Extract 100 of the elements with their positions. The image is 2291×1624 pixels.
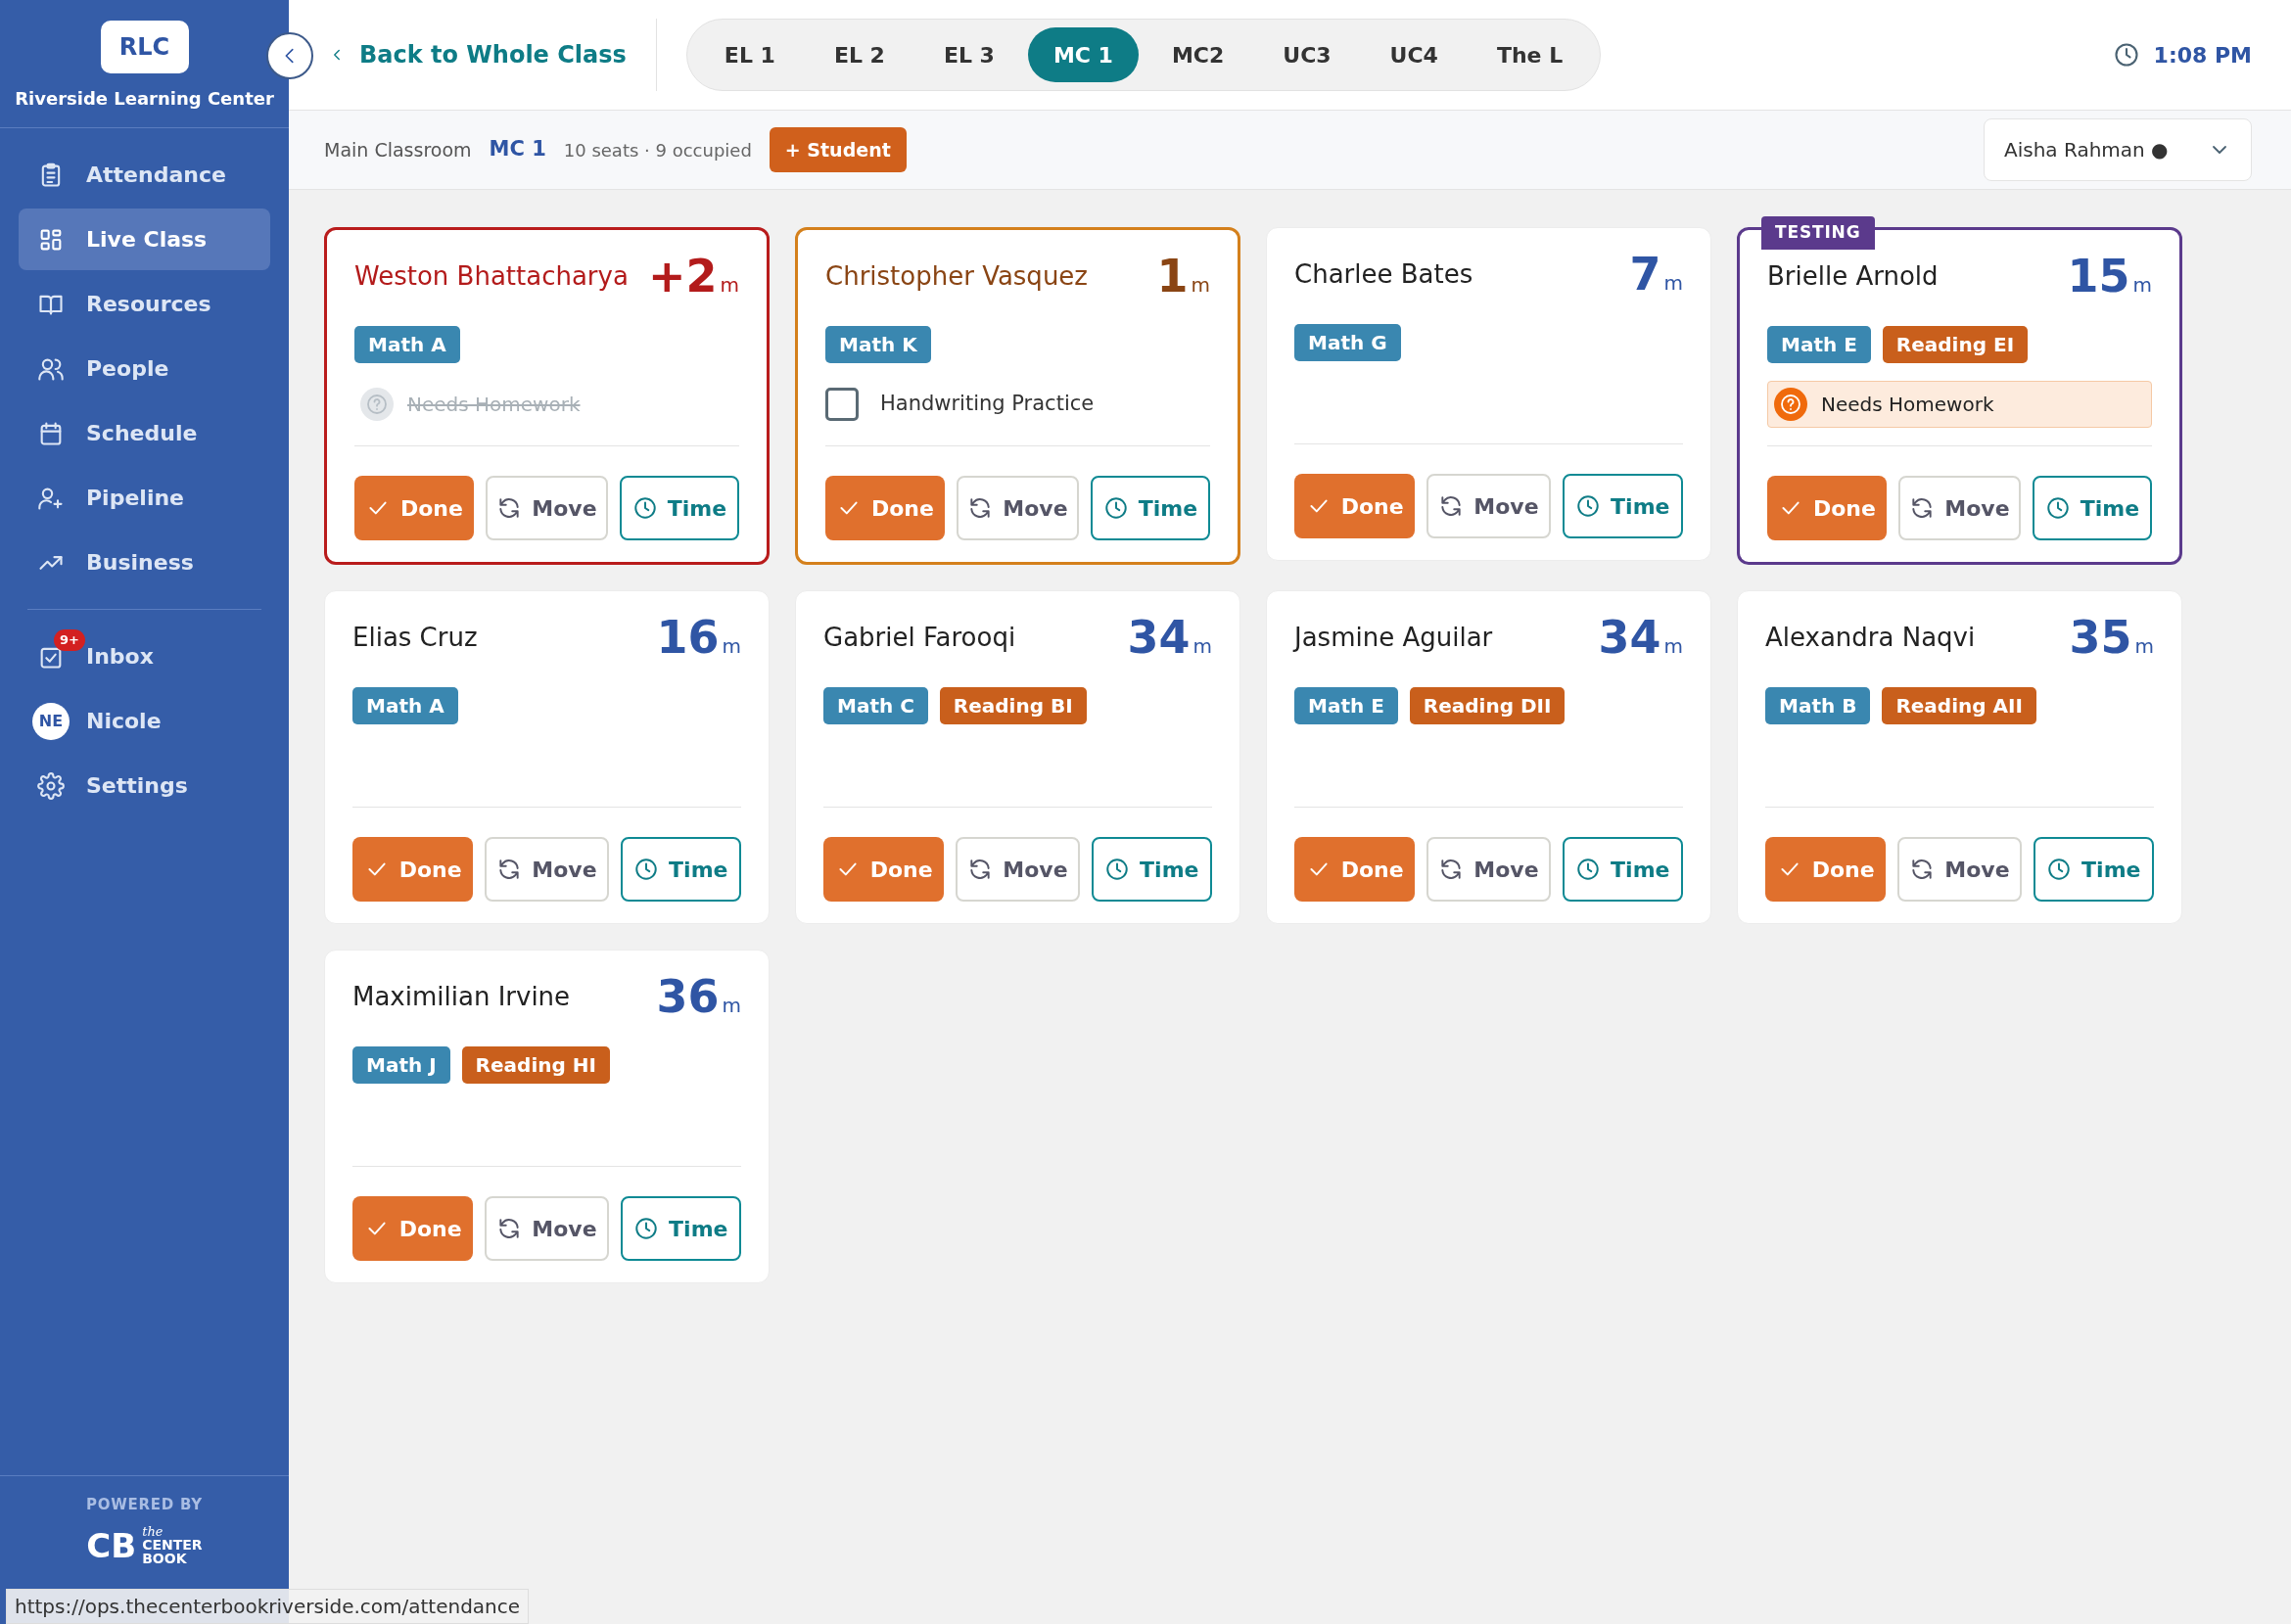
done-button[interactable]: Done (1765, 837, 1887, 902)
move-button[interactable]: Move (1426, 837, 1551, 902)
occupancy-text: 10 seats · 9 occupied (563, 138, 752, 162)
student-name: Weston Bhattacharya (354, 260, 629, 293)
class-tab[interactable]: EL 2 (808, 27, 911, 82)
done-button[interactable]: Done (352, 1196, 474, 1261)
clock-icon (1102, 495, 1129, 521)
org-name: Riverside Learning Center (15, 87, 274, 111)
task-label: Needs Homework (407, 392, 581, 418)
time-button[interactable]: Time (2033, 837, 2154, 902)
done-button[interactable]: Done (354, 476, 474, 540)
move-button[interactable]: Move (485, 476, 608, 540)
math-tag: Math K (825, 326, 931, 363)
student-name: Elias Cruz (352, 622, 478, 654)
testing-badge: TESTING (1761, 216, 1875, 250)
class-tab[interactable]: The L (1471, 27, 1589, 82)
class-tab[interactable]: MC 1 (1027, 27, 1139, 82)
reading-tag: Reading EI (1882, 326, 2029, 363)
move-button[interactable]: Move (1426, 474, 1551, 538)
elapsed-time: 35 m (2069, 615, 2154, 661)
avatar: NE (32, 702, 70, 740)
move-button[interactable]: Move (485, 837, 609, 902)
checkbox[interactable] (825, 388, 859, 421)
elapsed-time: 34 m (1127, 615, 1212, 661)
reading-tag: Reading AII (1882, 687, 2036, 724)
math-tag: Math G (1294, 324, 1401, 361)
done-button[interactable]: Done (1767, 476, 1887, 540)
move-button[interactable]: Move (485, 1196, 609, 1261)
room-label: Main Classroom (324, 137, 472, 162)
nav-item[interactable]: People (19, 338, 270, 399)
student-name: Christopher Vasquez (825, 260, 1088, 293)
current-time: 1:08 PM (2153, 41, 2252, 70)
class-tab[interactable]: EL 1 (698, 27, 801, 82)
done-button[interactable]: Done (1294, 474, 1416, 538)
elapsed-time: 1 m (1156, 254, 1210, 300)
student-name: Brielle Arnold (1767, 260, 1939, 293)
clock-icon (1575, 493, 1602, 519)
clock-icon (2046, 857, 2073, 882)
clock-icon (633, 857, 660, 882)
notification-badge: 9+ (54, 629, 85, 651)
student-name: Jasmine Aguilar (1294, 622, 1493, 654)
staff-dropdown[interactable]: Aisha Rahman ● (1984, 118, 2252, 181)
nav-item[interactable]: Settings (19, 755, 270, 816)
nav-item[interactable]: Schedule (19, 402, 270, 464)
class-tab[interactable]: MC2 (1146, 27, 1250, 82)
reading-tag: Reading DII (1409, 687, 1566, 724)
nav-item[interactable]: Business (19, 532, 270, 593)
elapsed-time: 16 m (656, 615, 741, 661)
reading-tag: Reading HI (461, 1046, 610, 1084)
math-tag: Math A (352, 687, 458, 724)
done-button[interactable]: Done (352, 837, 474, 902)
settings-icon (37, 771, 65, 800)
move-button[interactable]: Move (956, 476, 1079, 540)
math-tag: Math J (352, 1046, 450, 1084)
time-button[interactable]: Time (1090, 476, 1210, 540)
time-button[interactable]: Time (1562, 474, 1683, 538)
move-button[interactable]: Move (1897, 476, 2021, 540)
elapsed-time: 36 m (656, 974, 741, 1020)
elapsed-time: +2 m (647, 254, 739, 300)
student-name: Charlee Bates (1294, 258, 1473, 291)
back-link[interactable]: Back to Whole Class (328, 37, 627, 72)
logo: RLC (100, 21, 189, 73)
nav-item[interactable]: Attendance (19, 144, 270, 206)
clock-icon (1575, 857, 1602, 882)
nav-item[interactable]: Live Class (19, 209, 270, 270)
add-student-button[interactable]: + Student (769, 127, 907, 172)
math-tag: Math C (823, 687, 928, 724)
math-tag: Math A (354, 326, 460, 363)
clock-icon (1104, 857, 1131, 882)
time-button[interactable]: Time (620, 837, 741, 902)
move-button[interactable]: Move (956, 837, 1080, 902)
math-tag: Math B (1765, 687, 1871, 724)
powered-by-label: POWERED BY (86, 1494, 203, 1515)
class-tab[interactable]: UC3 (1257, 27, 1357, 82)
time-button[interactable]: Time (1562, 837, 1683, 902)
elapsed-time: 15 m (2067, 254, 2152, 300)
clock-icon (631, 495, 658, 521)
nav-item[interactable]: Pipeline (19, 467, 270, 529)
reading-tag: Reading BI (939, 687, 1087, 724)
status-bar-url: https://ops.thecenterbookriverside.com/attendance (6, 1589, 530, 1624)
class-tab[interactable]: UC4 (1364, 27, 1464, 82)
time-button[interactable]: Time (620, 1196, 741, 1261)
done-button[interactable]: Done (825, 476, 945, 540)
move-button[interactable]: Move (1897, 837, 2022, 902)
nav-item[interactable]: Inbox 9+ (19, 626, 270, 687)
student-name: Alexandra Naqvi (1765, 622, 1976, 654)
done-button[interactable]: Done (1294, 837, 1416, 902)
nav-item[interactable]: Resources (19, 273, 270, 335)
time-button[interactable]: Time (2032, 476, 2152, 540)
elapsed-time: 34 m (1598, 615, 1683, 661)
class-tab[interactable]: EL 3 (917, 27, 1020, 82)
math-tag: Math E (1767, 326, 1871, 363)
elapsed-time: 7 m (1629, 252, 1683, 298)
done-button[interactable]: Done (823, 837, 945, 902)
time-button[interactable]: Time (1091, 837, 1212, 902)
nav-item[interactable]: NE Nicole (19, 690, 270, 752)
clock-icon (2044, 495, 2071, 521)
room-code: MC 1 (489, 136, 546, 163)
time-button[interactable]: Time (619, 476, 739, 540)
clock-icon (2112, 41, 2140, 69)
